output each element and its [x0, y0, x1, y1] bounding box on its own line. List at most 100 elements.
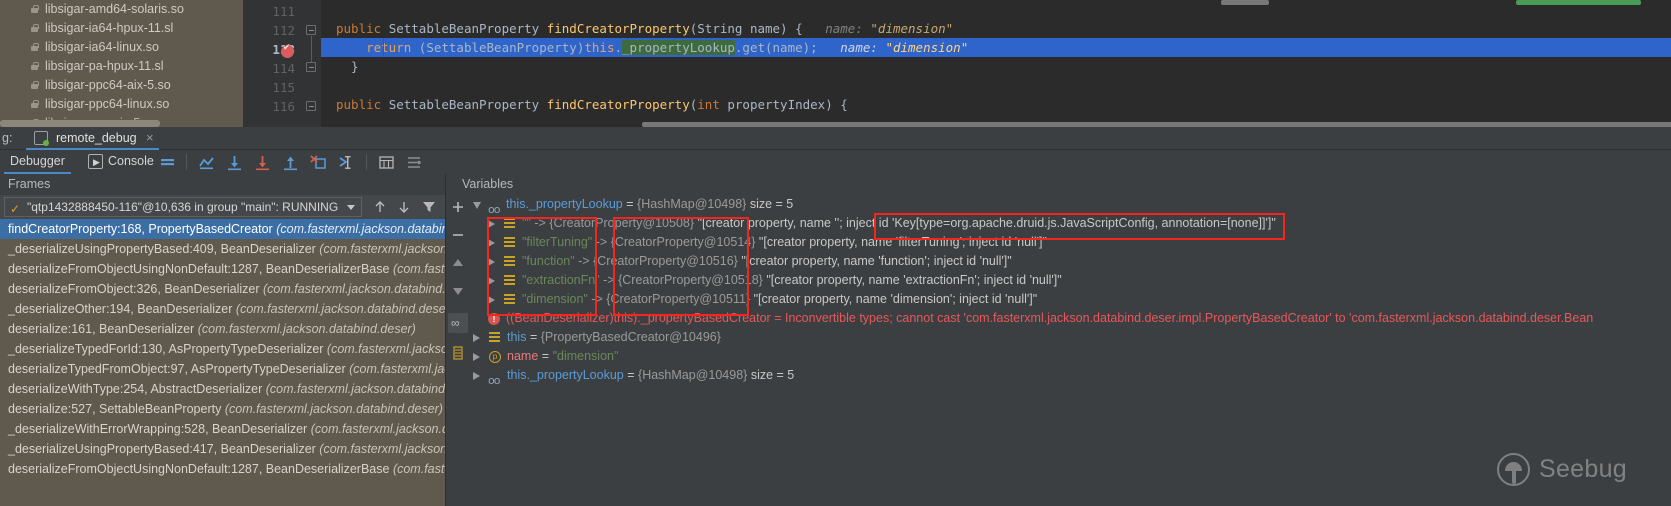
variable-row-entry[interactable]: "dimension" -> {CreatorProperty@10511} "…: [470, 290, 1671, 309]
frame-package: (com.fasterxml.jackson.databind.deser): [319, 242, 445, 256]
file-tree-horizontal-scrollbar[interactable]: [0, 120, 160, 127]
editor-fold-column[interactable]: [303, 0, 321, 127]
watermark-label: Seebug: [1539, 455, 1627, 484]
move-up-icon[interactable]: [450, 255, 466, 271]
file-tree-item[interactable]: libsigar-ppc64-linux.so: [0, 95, 243, 114]
frame-package: (com.fasterxml.jackson.databind.deser): [225, 402, 443, 416]
variable-name: this._propertyLookup: [506, 197, 623, 211]
equals-sign: =: [774, 311, 781, 325]
chevron-right-icon[interactable]: [473, 372, 480, 380]
variable-row-root[interactable]: oo this._propertyLookup = {HashMap@10498…: [470, 195, 1671, 214]
frame-method: deserialize:161, BeanDeserializer: [8, 322, 194, 336]
fold-collapse-icon[interactable]: [306, 62, 316, 72]
project-file-tree[interactable]: libsigar-amd64-solaris.so libsigar-ia64-…: [0, 0, 243, 127]
tab-console[interactable]: ▶ Console: [86, 150, 160, 174]
lock-icon: [31, 81, 38, 89]
frames-list[interactable]: findCreatorProperty:168, PropertyBasedCr…: [0, 219, 445, 506]
line-number: 111: [272, 4, 295, 19]
file-tree-item[interactable]: libsigar-pa-hpux-11.sl: [0, 57, 243, 76]
chevron-right-icon[interactable]: [488, 277, 495, 285]
variable-row-entry[interactable]: "" -> {CreatorProperty@10508} "[creator …: [470, 214, 1671, 233]
variable-row-entry[interactable]: "filterTuning" -> {CreatorProperty@10514…: [470, 233, 1671, 252]
chevron-right-icon[interactable]: [473, 334, 480, 342]
editor-gutter[interactable]: 111 112 113 114 115 116: [243, 0, 303, 127]
line-number: 112: [272, 23, 295, 38]
variable-row-entry[interactable]: "function" -> {CreatorProperty@10516} "[…: [470, 252, 1671, 271]
close-icon[interactable]: ×: [146, 130, 154, 146]
inline-hint-label: name:: [825, 21, 863, 36]
chevron-right-icon[interactable]: [488, 296, 495, 304]
thread-selector[interactable]: ✓ "qtp1432888450-116"@10,636 in group "m…: [4, 197, 362, 217]
frame-row[interactable]: deserialize:527, SettableBeanProperty (c…: [0, 399, 445, 419]
frame-row[interactable]: deserializeFromObject:326, BeanDeseriali…: [0, 279, 445, 299]
file-name: libsigar-ppc64-aix-5.so: [45, 78, 171, 92]
variable-row-name[interactable]: p name = "dimension": [470, 347, 1671, 366]
step-over-icon[interactable]: [226, 154, 243, 171]
remove-watch-icon[interactable]: [450, 227, 466, 243]
tab-debugger[interactable]: Debugger: [4, 150, 71, 174]
equals-sign: =: [626, 197, 633, 211]
fold-collapse-icon[interactable]: [306, 101, 316, 111]
file-name: libsigar-amd64-solaris.so: [45, 2, 184, 16]
map-entry-icon: [504, 218, 515, 229]
move-down-icon[interactable]: [450, 283, 466, 299]
file-tree-item[interactable]: libsigar-ia64-linux.so: [0, 38, 243, 57]
variable-size: size = 5: [750, 197, 793, 211]
chevron-right-icon[interactable]: [473, 353, 480, 361]
lock-icon: [31, 43, 38, 51]
add-watch-icon[interactable]: [450, 199, 466, 215]
drop-frame-icon[interactable]: [310, 154, 327, 171]
code-line-113-current: return (SettableBeanProperty)this._prope…: [321, 38, 1671, 57]
frame-row[interactable]: deserializeFromObjectUsingNonDefault:128…: [0, 259, 445, 279]
inspect-icon[interactable]: ∞: [448, 313, 468, 333]
frame-row[interactable]: _deserializeUsingPropertyBased:417, Bean…: [0, 439, 445, 459]
frame-row[interactable]: _deserializeWithErrorWrapping:528, BeanD…: [0, 419, 445, 439]
run-configuration-icon: [34, 131, 48, 145]
frame-row[interactable]: findCreatorProperty:168, PropertyBasedCr…: [0, 219, 445, 239]
frame-row[interactable]: deserializeTypedFromObject:97, AsPropert…: [0, 359, 445, 379]
file-tree-item[interactable]: libsigar-ia64-hpux-11.sl: [0, 19, 243, 38]
entry-value: "[creator property, name ''; inject id '…: [698, 216, 1276, 230]
code-editor[interactable]: public SettableBeanProperty findCreatorP…: [321, 0, 1671, 127]
frame-row[interactable]: _deserializeUsingPropertyBased:409, Bean…: [0, 239, 445, 259]
entry-value: "[creator property, name 'filterTuning';…: [759, 235, 1047, 249]
variables-tree[interactable]: oo this._propertyLookup = {HashMap@10498…: [470, 195, 1671, 506]
variable-row-error[interactable]: ! ((BeanDeserializer)this)._propertyBase…: [470, 309, 1671, 328]
editor-region: libsigar-amd64-solaris.so libsigar-ia64-…: [0, 0, 1671, 127]
chevron-down-icon[interactable]: [347, 205, 355, 210]
entry-ref: {CreatorProperty@10516}: [593, 254, 738, 268]
arrow-up-icon[interactable]: [372, 199, 388, 215]
step-out-icon[interactable]: [282, 154, 299, 171]
frame-row[interactable]: deserializeWithType:254, AbstractDeseria…: [0, 379, 445, 399]
variable-row-watch[interactable]: oo this._propertyLookup = {HashMap@10498…: [470, 366, 1671, 385]
frame-row[interactable]: _deserializeTypedForId:130, AsPropertyTy…: [0, 339, 445, 359]
debugger-settings-icon[interactable]: [406, 154, 423, 171]
arrow-down-icon[interactable]: [396, 199, 412, 215]
show-execution-point-icon[interactable]: [198, 154, 215, 171]
chevron-right-icon[interactable]: [488, 220, 495, 228]
chevron-down-icon[interactable]: [473, 202, 481, 209]
frame-package: (com.fasterxml.jackson.databind.deser): [319, 442, 445, 456]
tab-remote-debug[interactable]: remote_debug ×: [26, 127, 159, 150]
file-tree-item[interactable]: libsigar-amd64-solaris.so: [0, 0, 243, 19]
fold-collapse-icon[interactable]: [306, 25, 316, 35]
entry-ref: {CreatorProperty@10514}: [611, 235, 756, 249]
evaluate-expression-icon[interactable]: [378, 154, 395, 171]
breakpoint-icon[interactable]: [281, 45, 294, 58]
editor-scroll-marker-green: [1516, 0, 1641, 5]
chevron-right-icon[interactable]: [488, 239, 495, 247]
frame-row[interactable]: deserializeFromObjectUsingNonDefault:128…: [0, 459, 445, 479]
frame-row[interactable]: _deserializeOther:194, BeanDeserializer …: [0, 299, 445, 319]
mute-breakpoints-icon[interactable]: [159, 154, 176, 171]
frame-method: deserializeFromObjectUsingNonDefault:128…: [8, 262, 389, 276]
chevron-right-icon[interactable]: [488, 258, 495, 266]
variable-row-entry[interactable]: "extractionFn" -> {CreatorProperty@10518…: [470, 271, 1671, 290]
step-into-icon[interactable]: [254, 154, 271, 171]
frame-row[interactable]: deserialize:161, BeanDeserializer (com.f…: [0, 319, 445, 339]
filter-icon[interactable]: [421, 199, 437, 215]
watch-list-icon[interactable]: [450, 345, 466, 361]
file-tree-item[interactable]: libsigar-ppc64-aix-5.so: [0, 76, 243, 95]
run-to-cursor-icon[interactable]: [338, 154, 355, 171]
map-entry-icon: [504, 256, 515, 267]
variable-row-this[interactable]: this = {PropertyBasedCreator@10496}: [470, 328, 1671, 347]
